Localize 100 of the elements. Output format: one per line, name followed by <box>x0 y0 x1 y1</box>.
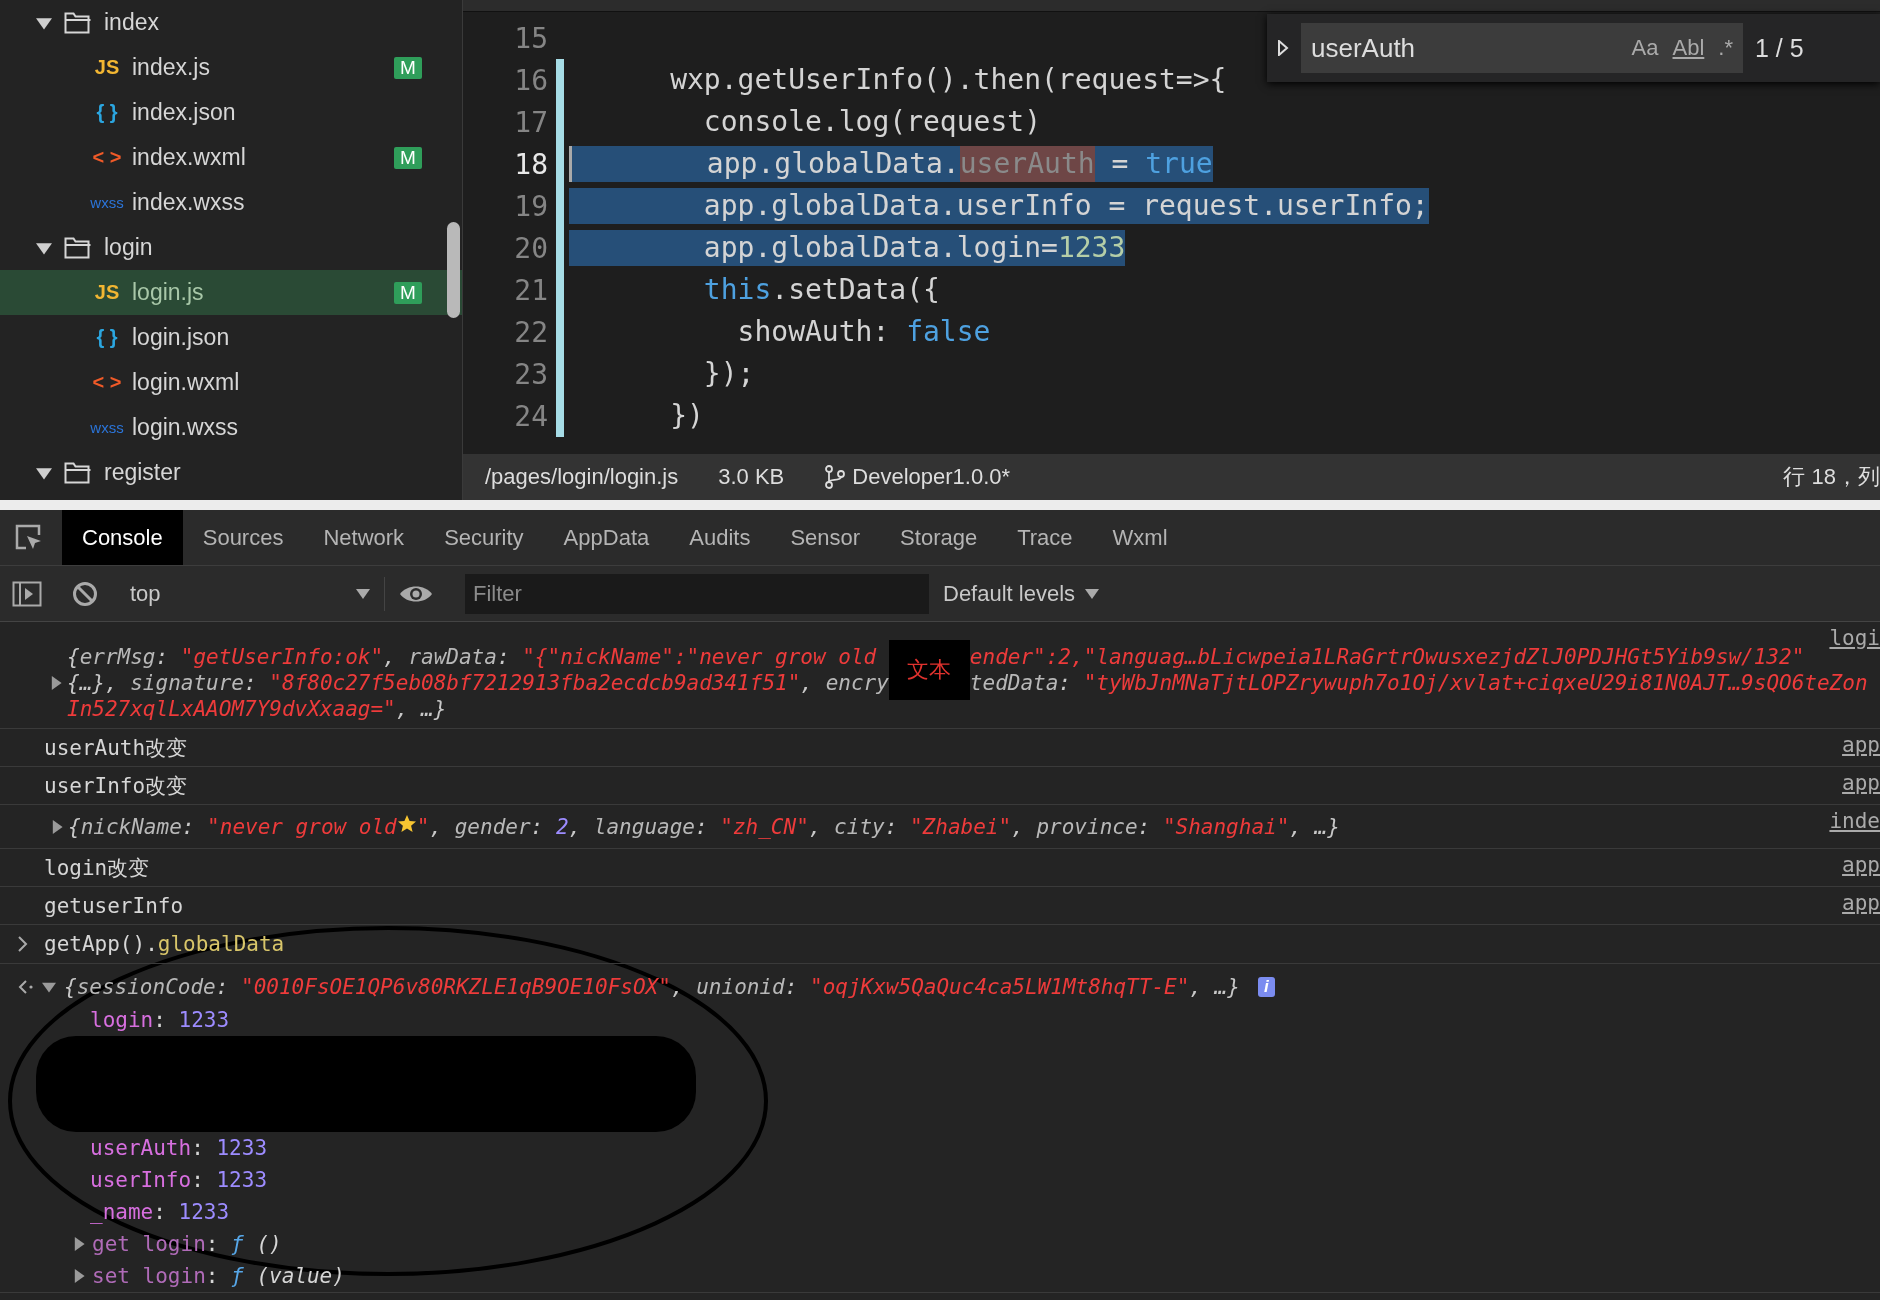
code-line: app.globalData.userAuth = true <box>569 146 1213 182</box>
whole-word-toggle[interactable]: Abl <box>1672 35 1705 61</box>
console-message: login改变 <box>44 854 150 882</box>
file-item[interactable]: JS login.js M <box>0 270 462 315</box>
line-number: 23 <box>513 357 549 391</box>
expand-arrow-icon[interactable] <box>72 1237 86 1251</box>
expand-arrow-icon[interactable] <box>72 1269 86 1283</box>
source-link[interactable]: app <box>1842 733 1880 757</box>
line-number: 15 <box>513 21 549 55</box>
clear-console-icon[interactable] <box>72 580 98 607</box>
file-item[interactable]: JS index.js M <box>0 45 462 90</box>
code-line: this.setData({ <box>702 272 940 308</box>
file-item[interactable]: wxss index.wxss <box>0 180 462 225</box>
console-message: getuserInfo <box>44 893 184 918</box>
devtools-tab[interactable]: Trace <box>997 510 1093 565</box>
file-type-icon: < > <box>90 146 124 169</box>
devtools-tab[interactable]: Sources <box>182 510 304 565</box>
find-input[interactable]: userAuth Aa Abl .* <box>1301 23 1743 73</box>
file-type-icon: JS <box>90 281 124 304</box>
code-line: app.globalData.login=1233 <box>569 230 1126 266</box>
source-link[interactable]: app <box>1842 853 1880 877</box>
source-link[interactable]: app <box>1842 891 1880 915</box>
modified-badge: M <box>394 281 422 304</box>
file-item[interactable]: wxss login.wxss <box>0 405 462 450</box>
console-text: {errMsg: "getUserInfo:ok", rawData: "{"nickName":"never grow old <box>67 645 878 669</box>
property-text: _name: 1233 <box>90 1200 230 1224</box>
sidebar-toggle-icon[interactable] <box>12 580 42 607</box>
file-item[interactable]: < > login.wxml <box>0 360 462 405</box>
console-text: ender":2,"languag…bLicwpeia1LRaGrtrOwusxezjdZlJ0PDJHGt5Yib9sw/132" <box>969 645 1806 669</box>
code-line: }) <box>669 398 704 434</box>
source-link[interactable]: inde <box>1829 809 1880 833</box>
context-select[interactable]: top <box>126 576 385 611</box>
console-text: {…}, signature: "8f80c27f5eb08bf7212913fba2ecdcb9ad341f51", encry <box>67 671 889 695</box>
line-number: 16 <box>513 63 549 97</box>
file-item[interactable]: { } index.json <box>0 90 462 135</box>
folder-item[interactable]: login <box>0 225 462 270</box>
code-line: showAuth: false <box>736 314 991 350</box>
line-number: 19 <box>513 189 549 223</box>
file-item[interactable]: < > index.wxml M <box>0 135 462 180</box>
match-count: 1 / 5 <box>1755 33 1804 63</box>
console-message: userAuth改变 <box>44 734 188 762</box>
property-text: userInfo: 1233 <box>90 1168 268 1192</box>
devtools-tab[interactable]: AppData <box>543 510 670 565</box>
modified-badge: M <box>394 56 422 79</box>
devtools-tab[interactable]: Audits <box>669 510 771 565</box>
folder-icon <box>64 11 92 34</box>
filter-field[interactable]: Filter <box>465 573 929 614</box>
devtools-tab[interactable]: Network <box>303 510 425 565</box>
caret-icon <box>356 588 370 599</box>
property-text: get login: ƒ () <box>92 1232 282 1256</box>
file-type-icon: JS <box>90 56 124 79</box>
line-number: 22 <box>513 315 549 349</box>
code-line: console.log(request) <box>702 104 1041 140</box>
code-line: wxp.getUserInfo().then(request=>{ <box>669 62 1227 98</box>
folder-item[interactable]: register <box>0 450 462 495</box>
result-arrow-icon <box>18 980 34 994</box>
prompt-chevron-icon <box>18 936 28 952</box>
file-size: 3.0 KB <box>718 464 785 490</box>
devtools-tab[interactable]: Storage <box>880 510 998 565</box>
branch-name[interactable]: Developer1.0.0* <box>852 464 1011 490</box>
console-text: {nickName: "never grow old ", gender: 2, language: "zh_CN", city: "Zhabei", province: "Shanghai", …} <box>68 814 1340 839</box>
source-link[interactable]: logi <box>1829 626 1880 650</box>
modified-badge: M <box>394 146 422 169</box>
folder-icon <box>64 461 92 484</box>
line-number: 20 <box>513 231 549 265</box>
branch-icon <box>824 465 847 489</box>
collapse-arrow-icon[interactable] <box>42 980 56 994</box>
folder-icon <box>64 236 92 259</box>
file-type-icon: wxss <box>90 419 124 436</box>
cursor-position: 行 18，列 <box>1783 463 1880 491</box>
overlay-label: 文本 <box>888 640 970 700</box>
file-type-icon: { } <box>90 326 124 349</box>
expand-arrow-icon[interactable] <box>50 819 64 834</box>
file-type-icon: wxss <box>90 194 124 211</box>
file-type-icon: < > <box>90 371 124 394</box>
levels-dropdown[interactable]: Default levels <box>943 580 1100 607</box>
devtools-tab[interactable]: Wxml <box>1092 510 1188 565</box>
console-text: In527xqlLxAAOM7Y9dvXxaag=", …} <box>67 697 448 721</box>
star-icon <box>396 814 417 834</box>
file-item[interactable]: { } login.json <box>0 315 462 360</box>
folder-item[interactable]: index <box>0 0 462 45</box>
file-path: /pages/login/login.js <box>485 464 679 490</box>
line-number: 21 <box>513 273 549 307</box>
devtools-tab[interactable]: Sensor <box>770 510 881 565</box>
devtools-tab[interactable]: Console <box>62 510 183 565</box>
expand-arrow-icon[interactable] <box>1277 40 1289 56</box>
command-text: getApp().globalData <box>44 932 285 956</box>
property-text: set login: ƒ (value) <box>92 1264 345 1288</box>
line-number: 17 <box>513 105 549 139</box>
regex-toggle[interactable]: .* <box>1718 35 1733 61</box>
code-line: }); <box>702 356 755 392</box>
line-number: 18 <box>513 147 549 181</box>
devtools-tab[interactable]: Security <box>424 510 544 565</box>
scrollbar-thumb[interactable] <box>447 222 460 318</box>
file-type-icon: { } <box>90 101 124 124</box>
source-link[interactable]: app <box>1842 771 1880 795</box>
property-text: login: 1233 <box>90 1008 230 1032</box>
expand-arrow-icon[interactable] <box>49 676 63 690</box>
line-number: 24 <box>513 399 549 433</box>
match-case-toggle[interactable]: Aa <box>1631 35 1659 61</box>
